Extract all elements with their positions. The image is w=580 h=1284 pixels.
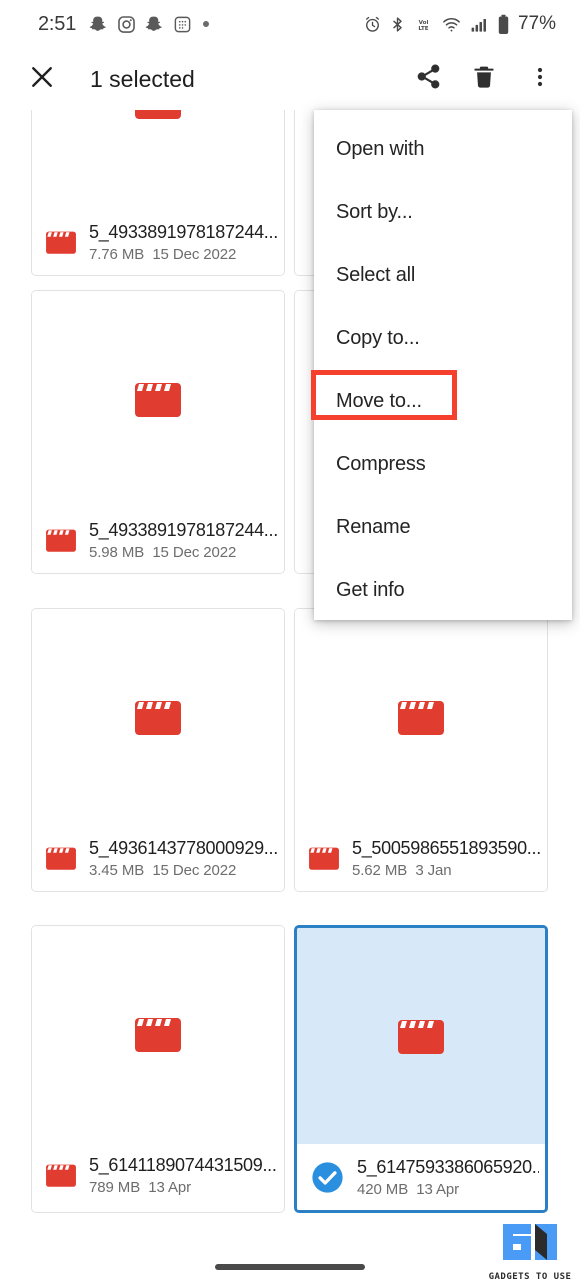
wifi-icon [441, 15, 462, 34]
snapchat-icon [89, 15, 108, 34]
file-name: 5_4933891978187244... [89, 519, 278, 540]
file-thumbnail [32, 291, 284, 507]
dot-icon [203, 21, 210, 27]
file-thumbnail [32, 926, 284, 1142]
file-thumbnail [32, 609, 284, 825]
delete-button[interactable] [456, 51, 512, 107]
video-clapper-icon [46, 1164, 76, 1187]
file-meta: 5_4933891978187244... 7.76 MB 15 Dec 202… [89, 222, 278, 263]
file-subtitle: 5.98 MB 15 Dec 2022 [89, 543, 237, 561]
file-info-footer: 5_6141189074431509... 789 MB 13 Apr [32, 1142, 284, 1208]
volte-icon: Vol LTE [413, 15, 434, 34]
status-time: 2:51 [38, 12, 77, 35]
file-thumbnail [295, 609, 547, 825]
video-clapper-icon [46, 529, 76, 552]
file-name: 5_4933891978187244... [89, 221, 278, 242]
trash-icon [471, 64, 497, 95]
selection-count-title: 1 selected [90, 65, 195, 92]
battery-percent-label: 77% [517, 13, 556, 34]
file-thumbnail [32, 110, 284, 209]
file-info-footer: 5_4933891978187244... 7.76 MB 15 Dec 202… [32, 209, 284, 275]
instagram-icon [117, 15, 136, 34]
menu-item-rename[interactable]: Rename [314, 496, 572, 559]
file-info-footer: 5_4933891978187244... 5.98 MB 15 Dec 202… [32, 507, 284, 573]
file-info-footer: 5_6147593386065920... 420 MB 13 Apr [297, 1144, 545, 1210]
video-clapper-icon [135, 383, 181, 417]
file-manager-screen: 2:51 Vol LTE 77% 1 selected 5_4933891978… [0, 0, 580, 1284]
file-subtitle: 789 MB 13 Apr [89, 1178, 192, 1196]
file-grid-row: 5_4936143778000929... 3.45 MB 15 Dec 202… [0, 608, 580, 892]
menu-item-open-with[interactable]: Open with [314, 118, 572, 181]
status-bar-left: 2:51 [38, 12, 210, 36]
navigation-bar [0, 1250, 580, 1284]
file-name: 5_6141189074431509... [89, 1154, 277, 1175]
video-clapper-icon [46, 231, 76, 254]
file-tile[interactable]: 5_6141189074431509... 789 MB 13 Apr [31, 925, 285, 1213]
video-clapper-icon [135, 701, 181, 735]
file-grid-row: 5_6141189074431509... 789 MB 13 Apr 5_61… [0, 925, 580, 1213]
home-gesture-pill[interactable] [215, 1264, 365, 1270]
menu-item-move-to[interactable]: Move to... [314, 370, 572, 433]
file-tile[interactable]: 5_5005986551893590... 5.62 MB 3 Jan [294, 608, 548, 892]
menu-item-copy-to[interactable]: Copy to... [314, 307, 572, 370]
file-tile-selected[interactable]: 5_6147593386065920... 420 MB 13 Apr [294, 925, 548, 1213]
file-info-footer: 5_4936143778000929... 3.45 MB 15 Dec 202… [32, 825, 284, 891]
close-button[interactable] [14, 51, 70, 107]
file-meta: 5_4936143778000929... 3.45 MB 15 Dec 202… [89, 838, 278, 879]
file-meta: 5_6141189074431509... 789 MB 13 Apr [89, 1155, 278, 1196]
keypad-icon [173, 15, 192, 34]
file-name: 5_4936143778000929... [89, 837, 278, 858]
file-subtitle: 5.62 MB 3 Jan [352, 861, 452, 879]
svg-text:LTE: LTE [418, 26, 428, 32]
more-vertical-icon [528, 65, 552, 94]
menu-item-select-all[interactable]: Select all [314, 244, 572, 307]
status-bar-right: Vol LTE 77% [363, 13, 556, 35]
file-name: 5_5005986551893590... [352, 837, 541, 858]
overflow-button[interactable] [512, 51, 568, 107]
file-meta: 5_5005986551893590... 5.62 MB 3 Jan [352, 838, 541, 879]
bluetooth-icon [389, 15, 406, 34]
snapchat-icon [145, 15, 164, 34]
file-tile[interactable]: 5_4933891978187244... 7.76 MB 15 Dec 202… [31, 110, 285, 276]
signal-icon [469, 15, 490, 34]
video-clapper-icon [309, 847, 339, 870]
file-meta: 5_4933891978187244... 5.98 MB 15 Dec 202… [89, 520, 278, 561]
menu-item-sort-by[interactable]: Sort by... [314, 181, 572, 244]
video-clapper-icon [398, 1020, 444, 1054]
file-tile[interactable]: 5_4933891978187244... 5.98 MB 15 Dec 202… [31, 290, 285, 574]
share-icon [415, 63, 442, 95]
check-circle-icon [312, 1161, 343, 1193]
menu-item-get-info[interactable]: Get info [314, 559, 572, 622]
file-info-footer: 5_5005986551893590... 5.62 MB 3 Jan [295, 825, 547, 891]
file-subtitle: 7.76 MB 15 Dec 2022 [89, 245, 237, 263]
file-subtitle: 420 MB 13 Apr [357, 1180, 460, 1198]
file-thumbnail [297, 928, 545, 1144]
overflow-menu[interactable]: Open with Sort by... Select all Copy to.… [314, 110, 572, 620]
close-icon [28, 63, 56, 96]
file-name: 5_6147593386065920... [357, 1156, 539, 1177]
alarm-icon [363, 15, 382, 34]
video-clapper-icon [398, 701, 444, 735]
svg-text:Vol: Vol [419, 19, 429, 25]
status-bar: 2:51 Vol LTE 77% [0, 0, 580, 48]
file-subtitle: 3.45 MB 15 Dec 2022 [89, 861, 237, 879]
file-tile[interactable]: 5_4936143778000929... 3.45 MB 15 Dec 202… [31, 608, 285, 892]
share-button[interactable] [400, 51, 456, 107]
video-clapper-icon [46, 847, 76, 870]
menu-item-compress[interactable]: Compress [314, 433, 572, 496]
video-clapper-icon [135, 1018, 181, 1052]
selection-app-bar: 1 selected [0, 48, 580, 110]
battery-icon [497, 14, 510, 35]
file-meta: 5_6147593386065920... 420 MB 13 Apr [357, 1157, 539, 1198]
video-clapper-icon [135, 110, 181, 119]
